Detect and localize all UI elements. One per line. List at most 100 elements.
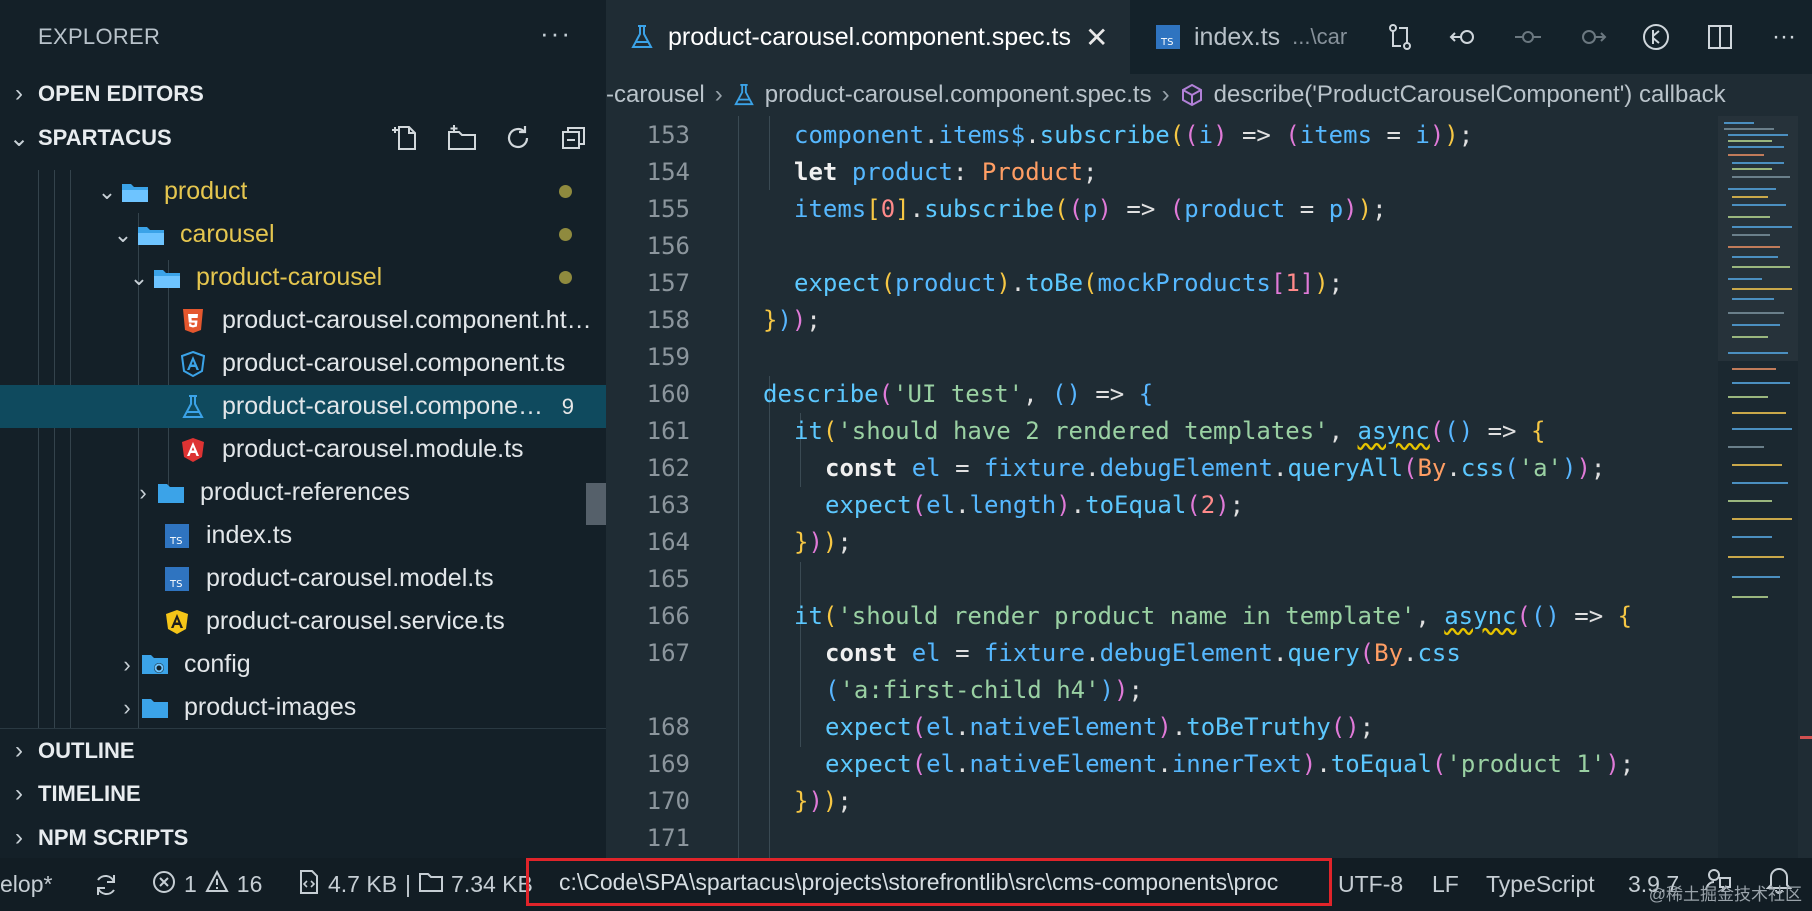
tab-bar: product-carousel.component.spec.ts ✕ TS … bbox=[606, 0, 1812, 74]
breadcrumb: -carousel › product-carousel.component.s… bbox=[606, 74, 1812, 116]
breadcrumb-folder[interactable]: -carousel bbox=[606, 81, 705, 109]
code-line: 163 expect(el.length).toEqual(2); bbox=[646, 490, 1245, 519]
code-line: 165 bbox=[646, 564, 690, 593]
tree-folder-product-images[interactable]: › product-images bbox=[0, 686, 606, 728]
tree-file-service-ts[interactable]: product-carousel.service.ts bbox=[0, 600, 606, 643]
chevron-right-icon: › bbox=[15, 736, 23, 764]
compare-changes-icon[interactable] bbox=[1382, 19, 1418, 55]
split-editor-icon[interactable] bbox=[1702, 19, 1738, 55]
watermark: @稀土掘金技术社区 bbox=[1648, 885, 1802, 904]
symbol-method-icon bbox=[1180, 83, 1204, 107]
minimap[interactable] bbox=[1718, 116, 1798, 858]
typescript-icon: TS bbox=[162, 566, 192, 592]
status-bar: elop* 1 16 4.7 KB | 7.34 KB c:\Code\SPA\… bbox=[0, 858, 1812, 911]
section-npm-scripts[interactable]: › NPM SCRIPTS bbox=[0, 816, 606, 858]
code-line: 160 describe('UI test', () => { bbox=[646, 379, 1154, 408]
collapse-all-icon[interactable] bbox=[556, 122, 592, 154]
folder-open-icon bbox=[120, 179, 150, 205]
code-line: 154 let product: Product; bbox=[646, 157, 1098, 186]
file-size-indicator[interactable]: 4.7 KB | 7.34 KB bbox=[298, 869, 533, 900]
tree-file-index-ts[interactable]: TS index.ts bbox=[0, 514, 606, 557]
more-actions-icon[interactable]: ··· bbox=[540, 18, 572, 49]
chevron-right-icon: › bbox=[1161, 81, 1170, 108]
refresh-icon[interactable] bbox=[500, 122, 536, 154]
tree-folder-carousel[interactable]: ⌄ carousel bbox=[0, 213, 606, 256]
new-folder-icon[interactable] bbox=[444, 122, 480, 154]
close-icon[interactable]: ✕ bbox=[1085, 21, 1108, 54]
code-line: 169 expect(el.nativeElement.innerText).t… bbox=[646, 749, 1635, 778]
breadcrumb-symbol[interactable]: describe('ProductCarouselComponent') cal… bbox=[1214, 81, 1726, 109]
chevron-down-icon: ⌄ bbox=[8, 124, 30, 152]
git-branch[interactable]: elop* bbox=[0, 871, 52, 898]
svg-text:TS: TS bbox=[1160, 37, 1173, 48]
tree-file-html[interactable]: product-carousel.component.ht… bbox=[0, 299, 606, 342]
editor-area: product-carousel.component.spec.ts ✕ TS … bbox=[606, 0, 1812, 858]
tab-index-ts[interactable]: TS index.ts ...\car bbox=[1130, 0, 1362, 74]
tree-folder-product-references[interactable]: › product-references bbox=[0, 471, 606, 514]
section-timeline[interactable]: › TIMELINE bbox=[0, 772, 606, 816]
typescript-icon: TS bbox=[1156, 25, 1180, 49]
code-line: 167 const el = fixture.debugElement.quer… bbox=[646, 638, 1461, 667]
section-outline[interactable]: › OUTLINE bbox=[0, 728, 606, 772]
error-icon bbox=[152, 870, 176, 900]
explorer-header: EXPLORER ··· bbox=[0, 0, 606, 74]
tree-file-module-ts[interactable]: product-carousel.module.ts bbox=[0, 428, 606, 471]
folder-open-icon bbox=[136, 222, 166, 248]
code-line: 168 expect(el.nativeElement).toBeTruthy(… bbox=[646, 712, 1375, 741]
end-of-line[interactable]: LF bbox=[1432, 871, 1459, 898]
code-line: 166 it('should render product name in te… bbox=[646, 601, 1633, 630]
tree-file-component-ts[interactable]: product-carousel.component.ts bbox=[0, 342, 606, 385]
code-line: 164 })); bbox=[646, 527, 852, 556]
tree-file-model-ts[interactable]: TS product-carousel.model.ts bbox=[0, 557, 606, 600]
tree-folder-product[interactable]: ⌄ product bbox=[0, 170, 606, 213]
file-path: c:\Code\SPA\spartacus\projects\storefron… bbox=[559, 868, 1279, 895]
chevron-down-icon: ⌄ bbox=[113, 221, 133, 247]
git-lens-icon[interactable] bbox=[1638, 19, 1674, 55]
code-editor[interactable]: 153 component.items$.subscribe((i) => (i… bbox=[606, 116, 1718, 858]
go-back-icon[interactable] bbox=[1446, 19, 1482, 55]
chevron-right-icon: › bbox=[15, 824, 23, 851]
error-count: 1 bbox=[184, 871, 197, 897]
new-file-icon[interactable] bbox=[388, 122, 424, 154]
language-mode[interactable]: TypeScript bbox=[1486, 871, 1595, 898]
tree-folder-product-carousel[interactable]: ⌄ product-carousel bbox=[0, 256, 606, 299]
section-spartacus[interactable]: ⌄ SPARTACUS bbox=[0, 116, 606, 160]
editor-scrollbar[interactable] bbox=[1798, 116, 1812, 858]
problem-count-badge: 9 bbox=[561, 393, 574, 419]
section-open-editors[interactable]: › OPEN EDITORS bbox=[0, 72, 606, 116]
warning-count: 16 bbox=[236, 871, 263, 897]
chevron-right-icon: › bbox=[139, 479, 147, 505]
section-spartacus-label: SPARTACUS bbox=[38, 125, 172, 150]
tree-folder-config[interactable]: › config bbox=[0, 643, 606, 686]
code-line: 158 })); bbox=[646, 305, 821, 334]
folder-icon bbox=[419, 871, 444, 898]
tree-file-spec-ts[interactable]: product-carousel.compone… 9 bbox=[0, 385, 606, 428]
sidebar-scrollbar[interactable] bbox=[586, 483, 606, 525]
file-code-icon bbox=[298, 869, 320, 900]
code-line: 159 bbox=[646, 342, 690, 371]
go-forward-icon[interactable] bbox=[1574, 19, 1610, 55]
explorer-sidebar: EXPLORER ··· › OPEN EDITORS ⌄ SPARTACUS bbox=[0, 0, 606, 858]
problems-indicator[interactable]: 1 16 bbox=[152, 869, 263, 900]
code-line: 161 it('should have 2 rendered templates… bbox=[646, 416, 1546, 445]
timeline-dot-icon[interactable] bbox=[1510, 19, 1546, 55]
test-flask-icon bbox=[630, 24, 654, 50]
file-path-highlight[interactable]: c:\Code\SPA\spartacus\projects\storefron… bbox=[526, 858, 1332, 906]
angular-module-icon bbox=[178, 437, 208, 463]
modified-dot bbox=[559, 228, 572, 241]
chevron-down-icon: ⌄ bbox=[129, 264, 149, 290]
code-line: 155 items[0].subscribe((p) => (product =… bbox=[646, 194, 1387, 223]
tab-spec-file[interactable]: product-carousel.component.spec.ts ✕ bbox=[606, 0, 1130, 74]
chevron-right-icon: › bbox=[15, 80, 23, 107]
editor-actions: ··· bbox=[1366, 0, 1802, 74]
test-flask-icon bbox=[733, 83, 755, 107]
code-line: 170 })); bbox=[646, 786, 852, 815]
encoding[interactable]: UTF-8 bbox=[1338, 871, 1403, 898]
breadcrumb-file[interactable]: product-carousel.component.spec.ts bbox=[765, 81, 1152, 109]
sync-icon[interactable] bbox=[92, 871, 120, 899]
more-actions-icon[interactable]: ··· bbox=[1766, 19, 1802, 55]
file-tree: ⌄ product ⌄ carousel ⌄ product-carousel … bbox=[0, 170, 606, 728]
chevron-down-icon: ⌄ bbox=[97, 178, 117, 204]
chevron-right-icon: › bbox=[123, 694, 131, 720]
section-open-editors-label: OPEN EDITORS bbox=[38, 81, 204, 106]
